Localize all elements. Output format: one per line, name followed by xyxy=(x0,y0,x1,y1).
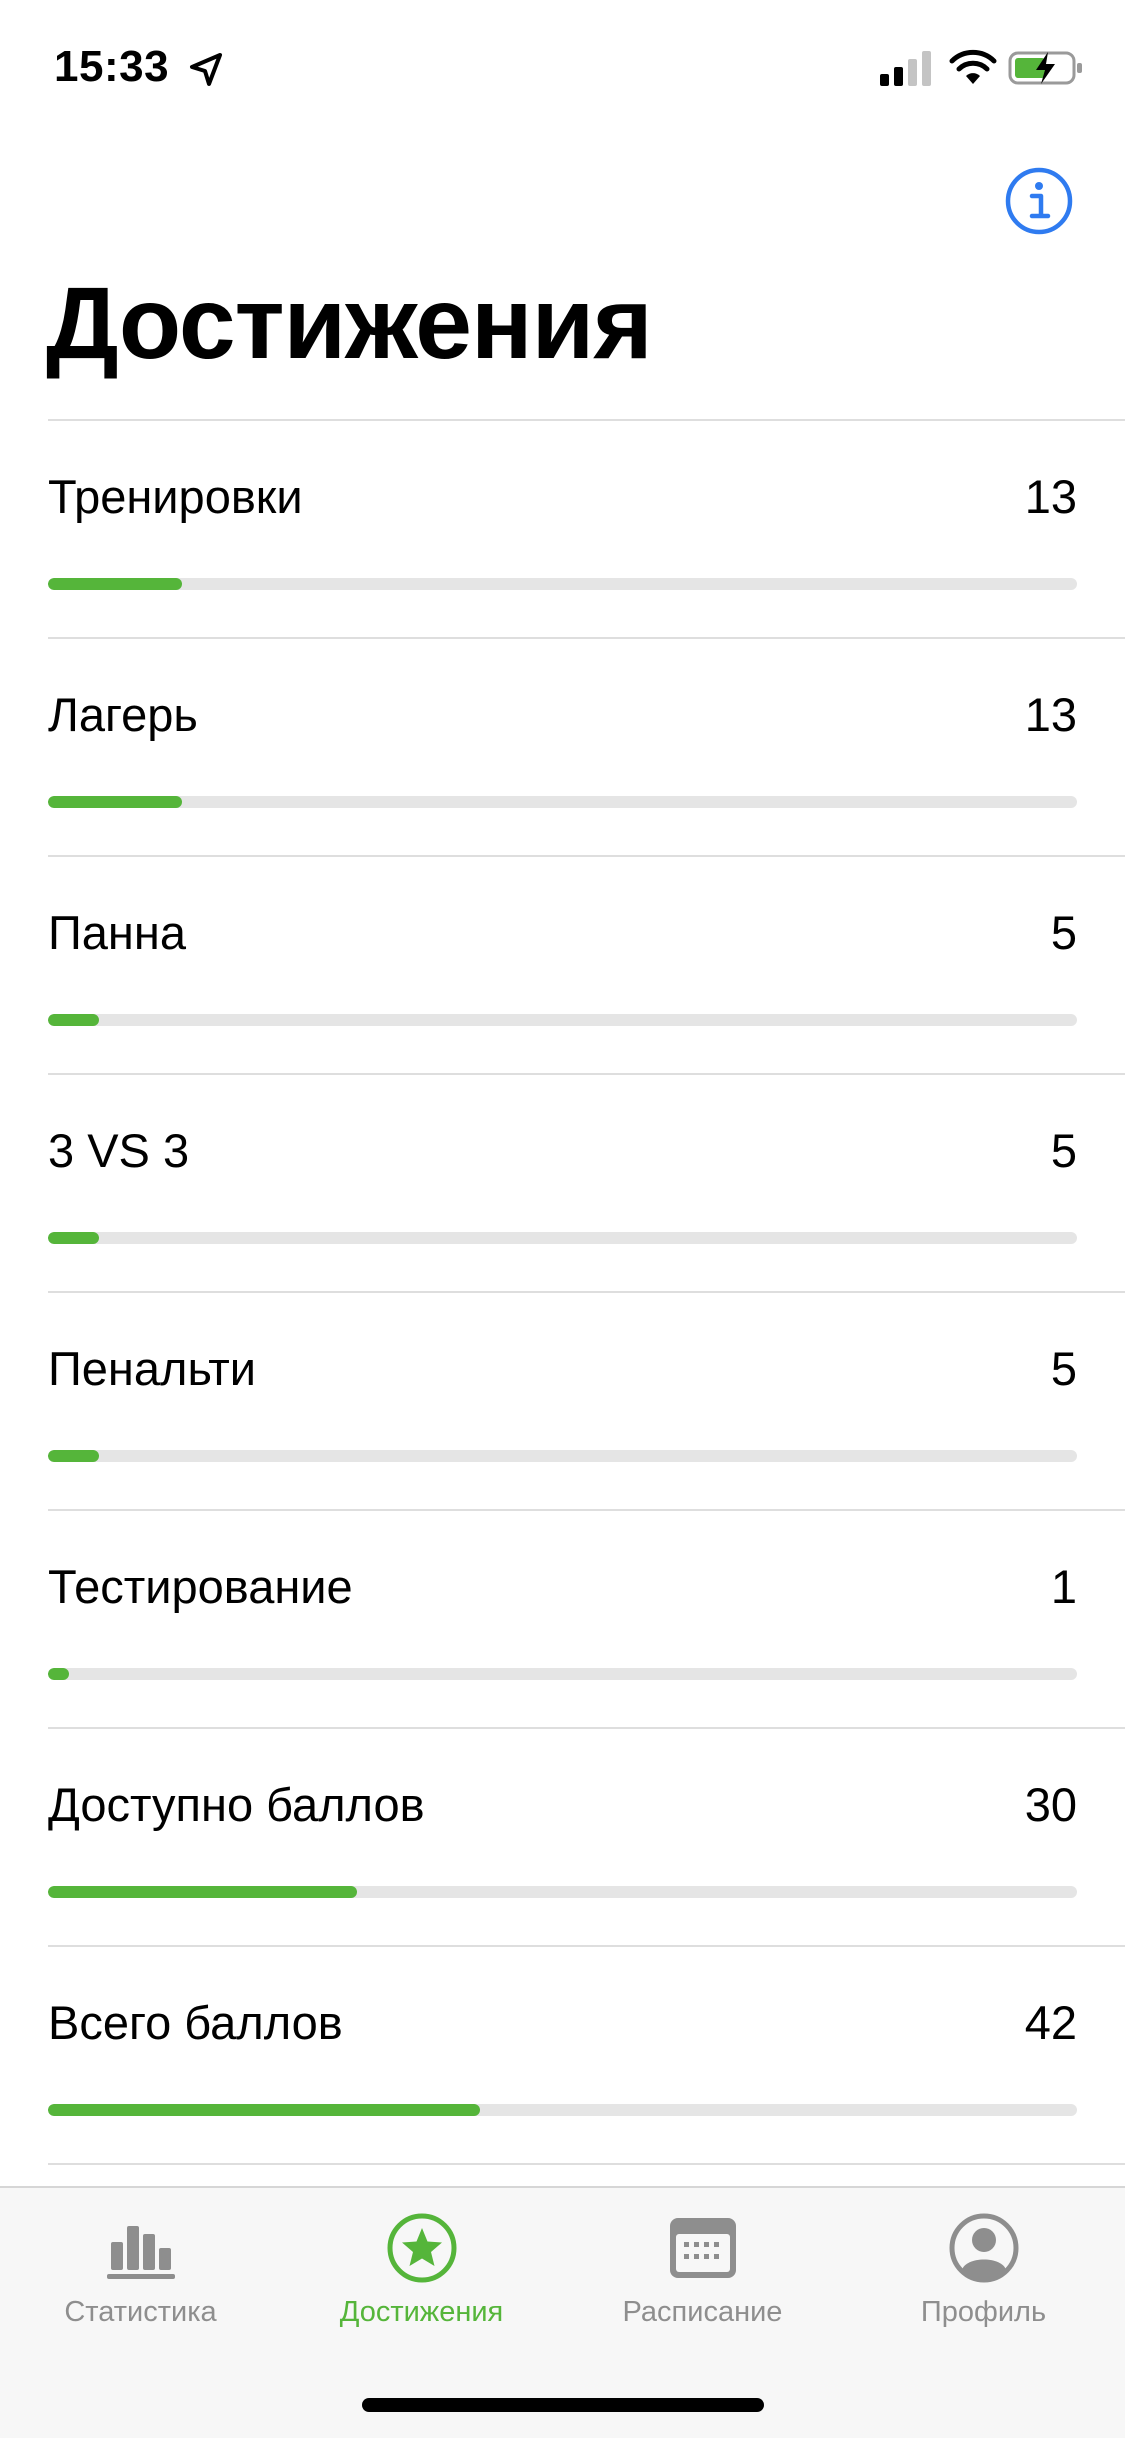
progress-fill xyxy=(48,1232,100,1244)
bar-chart-icon xyxy=(107,2226,175,2279)
progress-fill xyxy=(48,2104,481,2116)
achievement-row-penalty[interactable]: Пенальти 5 xyxy=(0,1293,1125,1511)
achievement-value: 42 xyxy=(1024,1996,1077,2049)
achievement-label: Тестирование xyxy=(48,1560,353,1613)
achievement-value: 13 xyxy=(1024,688,1077,741)
progress-track xyxy=(48,2104,1077,2116)
profile-icon xyxy=(949,2213,1019,2283)
achievement-row-panna[interactable]: Панна 5 xyxy=(0,857,1125,1075)
progress-track xyxy=(48,1886,1077,1898)
tab-label: Расписание xyxy=(622,2296,783,2328)
achievement-value: 13 xyxy=(1024,470,1077,523)
achievement-label: 3 VS 3 xyxy=(48,1124,190,1177)
tab-label: Достижения xyxy=(339,2296,504,2328)
star-circle-icon xyxy=(387,2213,457,2283)
progress-track xyxy=(48,796,1077,808)
tab-achievements[interactable]: Достижения xyxy=(281,2188,562,2348)
calendar-icon xyxy=(670,2218,736,2278)
progress-fill xyxy=(48,796,182,808)
tab-label: Профиль xyxy=(920,2296,1047,2328)
achievement-row-3vs3[interactable]: 3 VS 3 5 xyxy=(0,1075,1125,1293)
location-arrow-icon xyxy=(190,53,222,86)
progress-track xyxy=(48,1232,1077,1244)
achievement-value: 5 xyxy=(1050,1342,1077,1395)
tab-schedule[interactable]: Расписание xyxy=(562,2188,843,2348)
achievement-label: Всего баллов xyxy=(48,1996,343,2049)
progress-fill xyxy=(48,578,182,590)
achievement-row-total-points[interactable]: Всего баллов 42 xyxy=(0,1947,1125,2165)
tab-label: Статистика xyxy=(64,2296,217,2328)
achievement-label: Пенальти xyxy=(48,1342,257,1395)
status-bar: 15:33 xyxy=(0,0,1125,132)
tab-profile[interactable]: Профиль xyxy=(843,2188,1124,2348)
achievement-row-trainings[interactable]: Тренировки 13 xyxy=(0,421,1125,639)
achievement-row-testing[interactable]: Тестирование 1 xyxy=(0,1511,1125,1729)
page-title: Достижения xyxy=(46,266,653,380)
achievement-label: Лагерь xyxy=(48,688,198,741)
achievement-label: Доступно баллов xyxy=(48,1778,425,1831)
signal-icon xyxy=(880,51,931,86)
achievement-label: Панна xyxy=(48,906,186,959)
progress-track xyxy=(48,1450,1077,1462)
progress-fill xyxy=(48,1886,357,1898)
achievement-value: 5 xyxy=(1050,906,1077,959)
achievement-value: 30 xyxy=(1024,1778,1077,1831)
tab-statistics[interactable]: Статистика xyxy=(0,2188,281,2348)
progress-fill xyxy=(48,1014,100,1026)
progress-track xyxy=(48,1014,1077,1026)
status-time: 15:33 xyxy=(54,42,170,91)
achievement-row-camp[interactable]: Лагерь 13 xyxy=(0,639,1125,857)
progress-fill xyxy=(48,1450,100,1462)
info-icon[interactable] xyxy=(1004,166,1074,236)
achievement-value: 1 xyxy=(1050,1560,1077,1613)
achievement-label: Тренировки xyxy=(48,470,303,523)
achievements-list: Тренировки 13 Лагерь 13 Панна 5 3 VS 3 5… xyxy=(0,421,1125,2165)
tab-bar: Статистика Достижения Расписание Профиль xyxy=(0,2186,1125,2438)
row-divider xyxy=(48,2163,1125,2165)
progress-track xyxy=(48,578,1077,590)
battery-charging-icon xyxy=(1008,51,1082,85)
progress-fill xyxy=(48,1668,69,1680)
home-indicator xyxy=(362,2398,764,2412)
wifi-icon xyxy=(949,49,997,84)
progress-track xyxy=(48,1668,1077,1680)
achievement-value: 5 xyxy=(1050,1124,1077,1177)
achievement-row-available-points[interactable]: Доступно баллов 30 xyxy=(0,1729,1125,1947)
